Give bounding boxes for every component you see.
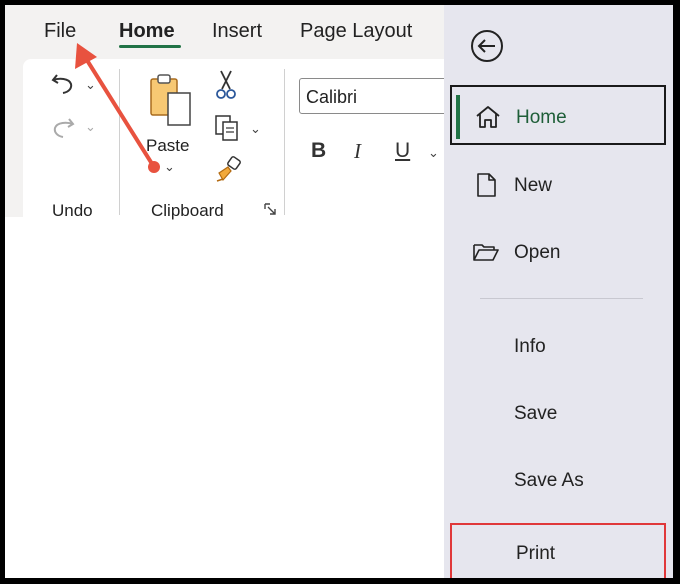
- backstage-item-label: Open: [514, 242, 561, 263]
- backstage-item-open[interactable]: Open: [450, 222, 666, 282]
- paste-icon[interactable]: [148, 71, 194, 129]
- redo-dropdown-chevron-icon: ⌄: [85, 119, 96, 134]
- underline-dropdown-chevron-icon[interactable]: ⌄: [428, 145, 439, 161]
- home-icon: [476, 106, 500, 128]
- backstage-item-label: New: [514, 175, 553, 196]
- undo-group-label: Undo: [52, 201, 93, 220]
- excel-window: File Home Insert Page Layout ⌄ ⌄ Undo Pa…: [5, 5, 673, 578]
- backstage-item-label: Save: [514, 403, 558, 424]
- backstage-item-save-as[interactable]: Save As: [450, 450, 666, 510]
- backstage-item-save[interactable]: Save: [450, 383, 666, 443]
- tab-file[interactable]: File: [44, 20, 76, 43]
- bold-button[interactable]: B: [311, 139, 326, 163]
- backstage-divider: [480, 298, 643, 299]
- paste-dropdown-chevron-icon[interactable]: ⌄: [164, 159, 175, 175]
- font-name-combobox[interactable]: Calibri: [299, 78, 459, 114]
- tab-insert[interactable]: Insert: [212, 20, 262, 43]
- new-document-icon: [477, 173, 496, 197]
- backstage-item-label: Print: [516, 543, 556, 564]
- undo-icon[interactable]: [49, 69, 77, 97]
- selected-indicator: [456, 95, 460, 139]
- tab-page-layout[interactable]: Page Layout: [300, 20, 412, 43]
- italic-button[interactable]: I: [354, 139, 361, 164]
- underline-button[interactable]: U: [395, 139, 410, 163]
- ribbon-tab-bar: File Home Insert Page Layout: [5, 5, 444, 55]
- screenshot-frame: File Home Insert Page Layout ⌄ ⌄ Undo Pa…: [0, 0, 680, 584]
- backstage-item-print[interactable]: Print: [450, 523, 666, 578]
- backstage-item-label: Save As: [514, 470, 584, 491]
- font-name-value: Calibri: [306, 87, 358, 107]
- backstage-item-label: Home: [516, 107, 567, 128]
- format-painter-icon[interactable]: [213, 155, 243, 185]
- clipboard-group-label: Clipboard: [151, 201, 224, 220]
- ribbon: ⌄ ⌄ Undo Paste ⌄ ⌄ Clipboard Calibri B I…: [5, 55, 459, 220]
- back-arrow-icon[interactable]: [470, 29, 504, 63]
- backstage-item-label: Info: [514, 336, 546, 357]
- paste-button-label[interactable]: Paste: [146, 136, 189, 156]
- active-tab-indicator: [119, 45, 181, 48]
- folder-open-icon: [473, 244, 499, 261]
- backstage-item-home[interactable]: Home: [450, 85, 666, 145]
- undo-dropdown-chevron-icon[interactable]: ⌄: [85, 77, 96, 93]
- dialog-launcher-icon[interactable]: [264, 203, 276, 215]
- cut-icon[interactable]: [215, 69, 237, 101]
- redo-icon: [53, 118, 75, 138]
- group-divider: [284, 69, 285, 215]
- backstage-item-info[interactable]: Info: [450, 316, 666, 376]
- group-divider: [119, 69, 120, 215]
- backstage-item-new[interactable]: New: [450, 155, 666, 215]
- file-backstage-menu: Home New Open Info Save Save As Print: [444, 5, 673, 578]
- copy-icon[interactable]: [213, 113, 243, 143]
- tab-home[interactable]: Home: [119, 20, 175, 43]
- copy-dropdown-chevron-icon[interactable]: ⌄: [250, 121, 261, 137]
